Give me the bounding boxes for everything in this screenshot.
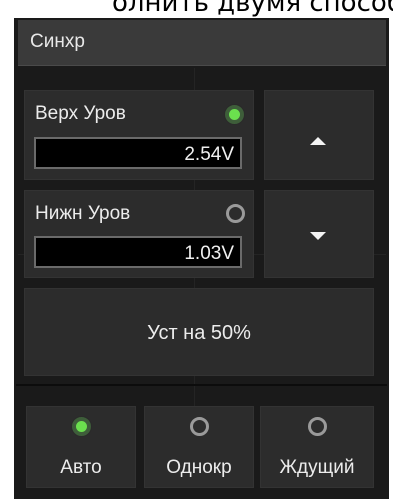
upper-level-label: Верх Уров [35,103,126,124]
panel-title-bar: Синхр [18,20,386,66]
mode-normal-label: Ждущий [279,457,355,478]
panel-title: Синхр [30,31,85,52]
section-divider [16,384,387,386]
mode-normal-button[interactable]: Ждущий [260,406,374,488]
document-caption: олнить двумя способами: [112,0,393,18]
upper-level-value-field[interactable]: 2.54V [34,137,242,169]
trigger-panel: Синхр Верх Уров 2.54V Нижн Уров 1.03V Ус… [14,18,389,499]
mode-single-label: Однокр [166,457,232,478]
mode-normal-indicator-icon [308,417,327,436]
mode-single-button[interactable]: Однокр [144,406,254,488]
lower-level-value: 1.03V [184,243,234,264]
level-up-button[interactable] [264,90,374,180]
set-50-percent-label: Уст на 50% [147,322,251,344]
mode-auto-indicator-icon [72,417,91,436]
mode-single-indicator-icon [190,417,209,436]
arrow-down-icon [310,232,326,240]
lower-level-value-field[interactable]: 1.03V [34,236,242,268]
lower-level-label: Нижн Уров [35,203,131,224]
set-50-percent-button[interactable]: Уст на 50% [24,288,374,376]
document-caption-strip: олнить двумя способами: [0,0,393,20]
lower-level-indicator-icon [226,204,245,223]
level-down-button[interactable] [264,190,374,278]
upper-level-indicator-icon [225,105,244,124]
arrow-up-icon [310,137,326,145]
lower-level-tile[interactable]: Нижн Уров 1.03V [24,190,254,278]
mode-auto-label: Авто [60,457,102,478]
mode-auto-button[interactable]: Авто [26,406,136,488]
upper-level-tile[interactable]: Верх Уров 2.54V [24,90,254,180]
upper-level-value: 2.54V [184,144,234,165]
